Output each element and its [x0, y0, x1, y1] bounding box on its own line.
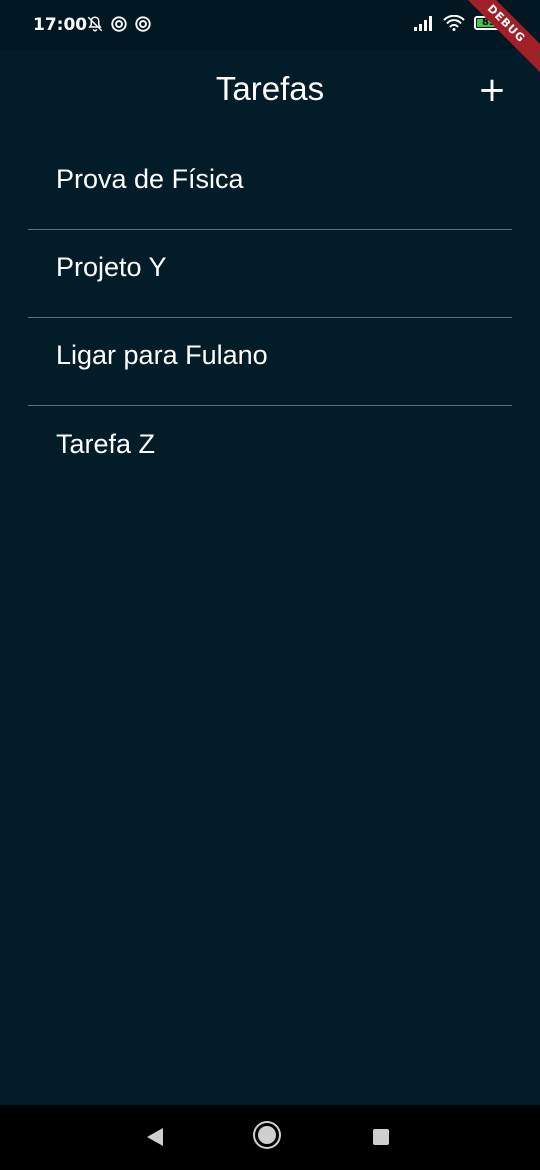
status-time: 17:00 [33, 15, 88, 35]
list-item[interactable]: Prova de Física [28, 142, 512, 230]
task-list: Prova de Física Projeto Y Ligar para Ful… [28, 142, 512, 494]
task-label: Prova de Física [56, 164, 244, 194]
list-item[interactable]: Projeto Y [28, 230, 512, 318]
signal-icon [414, 16, 432, 31]
home-icon[interactable] [258, 1126, 276, 1144]
list-item[interactable]: Tarefa Z [28, 406, 512, 494]
navigation-bar [0, 1105, 540, 1170]
page-title: Tarefas [215, 70, 325, 107]
bell-off-icon [87, 16, 103, 32]
list-item[interactable]: Ligar para Fulano [28, 318, 512, 406]
add-task-button[interactable]: + [472, 72, 512, 112]
target-icon [135, 16, 151, 32]
app-bar: Tarefas + [0, 50, 540, 130]
task-label: Tarefa Z [56, 428, 156, 459]
status-left-icons [86, 15, 152, 33]
recents-icon[interactable] [373, 1129, 389, 1145]
task-label: Projeto Y [56, 252, 167, 282]
task-label: Ligar para Fulano [56, 340, 268, 370]
target-icon [111, 16, 127, 32]
back-icon[interactable] [147, 1128, 163, 1146]
